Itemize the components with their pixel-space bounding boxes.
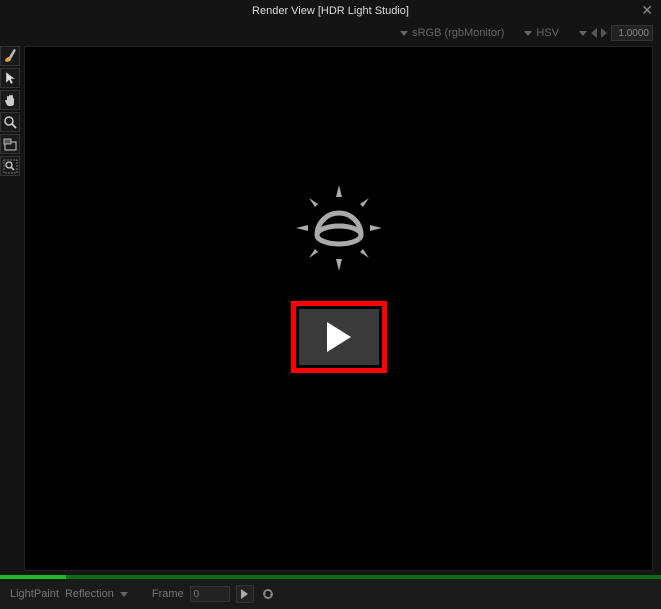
hand-icon[interactable] (0, 90, 20, 110)
chevron-down-icon[interactable] (524, 31, 532, 36)
colormodel-dropdown[interactable]: HSV (536, 27, 559, 39)
close-icon[interactable]: ✕ (641, 2, 653, 19)
render-region-icon[interactable] (0, 134, 20, 154)
zoom-fit-icon[interactable] (0, 156, 20, 176)
frame-field[interactable] (190, 586, 230, 602)
tool-mode-label: LightPaint (10, 588, 59, 600)
chevron-down-icon[interactable] (400, 31, 408, 36)
status-bar: LightPaint Reflection Frame (0, 579, 661, 609)
pointer-icon[interactable] (0, 68, 20, 88)
colormodel-label: HSV (536, 27, 559, 39)
titlebar: Render View [HDR Light Studio] ✕ (0, 0, 661, 22)
play-icon (241, 589, 248, 599)
hdr-sun-icon (284, 173, 394, 283)
vertical-toolbar (0, 44, 22, 573)
play-icon (327, 322, 351, 352)
colorspace-dropdown[interactable]: sRGB (rgbMonitor) (412, 27, 504, 39)
exposure-field[interactable] (611, 25, 653, 41)
reflection-dropdown[interactable]: Reflection (65, 588, 114, 600)
prev-arrow-icon[interactable] (591, 28, 597, 38)
colorspace-label: sRGB (rgbMonitor) (412, 27, 504, 39)
magnifier-icon[interactable] (0, 112, 20, 132)
play-button-highlight (291, 301, 387, 373)
window-title: Render View [HDR Light Studio] (252, 5, 409, 17)
frame-label: Frame (152, 588, 184, 600)
chevron-down-icon[interactable] (579, 31, 587, 36)
paint-brush-icon[interactable] (0, 46, 20, 66)
play-button[interactable] (299, 309, 379, 365)
refresh-icon[interactable] (260, 586, 276, 602)
viewport-placeholder (284, 173, 394, 373)
play-button-small[interactable] (236, 585, 254, 603)
chevron-down-icon[interactable] (120, 592, 128, 597)
display-toolbar: sRGB (rgbMonitor) HSV (0, 22, 661, 44)
main-area (0, 44, 661, 573)
next-arrow-icon[interactable] (601, 28, 607, 38)
render-viewport[interactable] (24, 46, 653, 571)
